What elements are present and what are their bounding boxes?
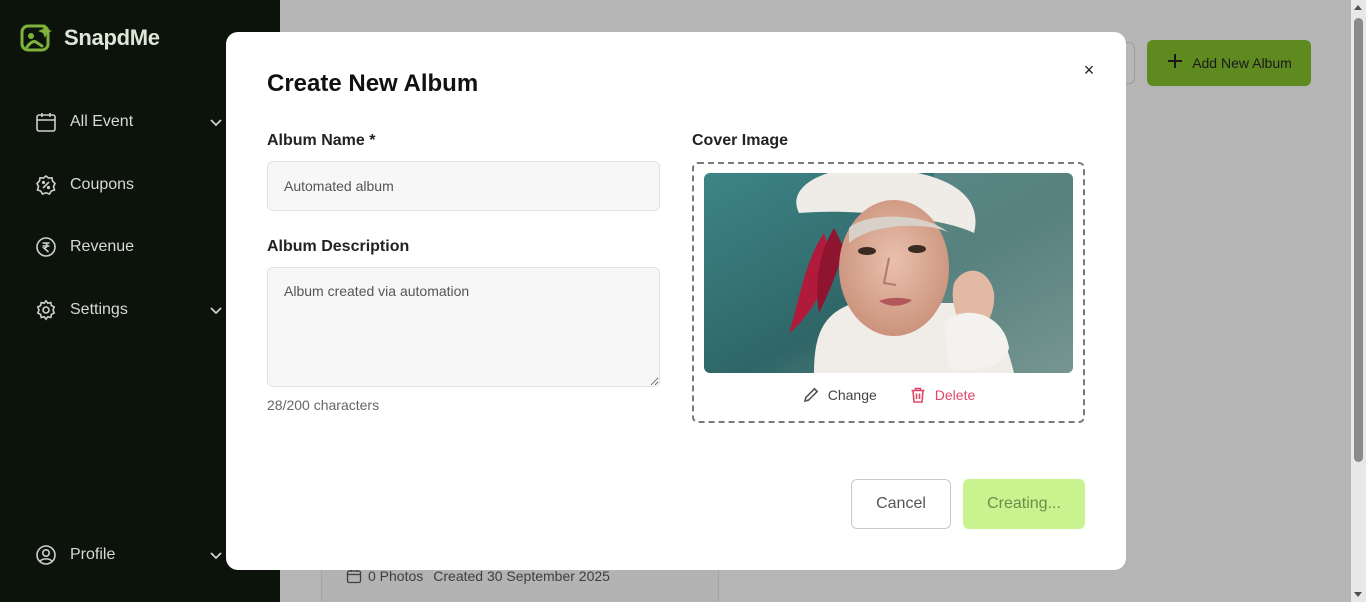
create-album-modal: Create New Album × Album Name * Album De…	[226, 32, 1126, 570]
album-description-label: Album Description	[267, 238, 410, 255]
scroll-thumb[interactable]	[1354, 18, 1363, 462]
user-circle-icon	[34, 543, 58, 567]
create-album-button[interactable]: Creating...	[963, 479, 1085, 529]
change-label: Change	[827, 387, 877, 403]
delete-cover-button[interactable]: Delete	[909, 386, 975, 404]
page-scrollbar[interactable]	[1351, 0, 1366, 602]
add-new-album-button[interactable]: Add New Album	[1147, 40, 1311, 86]
chevron-down-icon	[210, 119, 222, 127]
close-icon[interactable]: ×	[1079, 60, 1099, 80]
sidebar-item-coupons[interactable]: Coupons	[34, 169, 224, 201]
logo-icon	[20, 24, 52, 52]
sidebar-item-revenue[interactable]: Revenue	[34, 231, 224, 263]
chevron-down-icon	[210, 307, 222, 315]
album-name-input[interactable]	[267, 161, 660, 211]
delete-label: Delete	[934, 387, 976, 403]
trash-icon	[911, 387, 925, 403]
sidebar-item-label: All Event	[70, 113, 134, 130]
gear-icon	[34, 298, 58, 322]
add-new-album-label: Add New Album	[1192, 55, 1292, 71]
rupee-icon	[34, 235, 58, 259]
chevron-down-icon	[210, 552, 222, 560]
album-created-date: Created 30 September 2025	[433, 568, 610, 584]
app-name: SnapdMe	[64, 25, 160, 50]
scroll-up-arrow[interactable]	[1354, 5, 1362, 10]
calendar-icon	[346, 569, 362, 584]
scroll-down-arrow[interactable]	[1354, 592, 1362, 597]
app-logo[interactable]: SnapdMe	[20, 22, 160, 54]
sidebar-item-profile[interactable]: Profile	[34, 539, 224, 571]
sidebar-item-label: Revenue	[70, 238, 135, 255]
cover-image-dropzone[interactable]: Change Delete	[692, 162, 1085, 423]
album-name-label: Album Name *	[267, 132, 376, 149]
album-description-input[interactable]: Album created via automation	[267, 267, 660, 387]
sidebar-item-all-event[interactable]: All Event	[34, 106, 224, 138]
album-card-meta: 0 Photos Created 30 September 2025	[346, 568, 610, 584]
calendar-icon	[34, 110, 58, 134]
sidebar-item-label: Settings	[70, 301, 128, 318]
coupon-icon	[34, 173, 58, 197]
modal-title: Create New Album	[267, 70, 479, 97]
sidebar-item-label: Profile	[70, 546, 116, 563]
character-count: 28/200 characters	[267, 397, 380, 413]
sidebar-item-label: Coupons	[70, 176, 135, 193]
sidebar-item-settings[interactable]: Settings	[34, 294, 224, 326]
album-photo-count: 0 Photos	[368, 568, 424, 584]
pencil-icon	[803, 387, 819, 403]
change-cover-button[interactable]: Change	[802, 386, 877, 404]
cover-image-label: Cover Image	[692, 132, 789, 149]
plus-icon	[1166, 52, 1184, 74]
cover-image-actions: Change Delete	[694, 386, 1083, 404]
cover-image-preview	[704, 173, 1073, 373]
cancel-button[interactable]: Cancel	[851, 479, 951, 529]
